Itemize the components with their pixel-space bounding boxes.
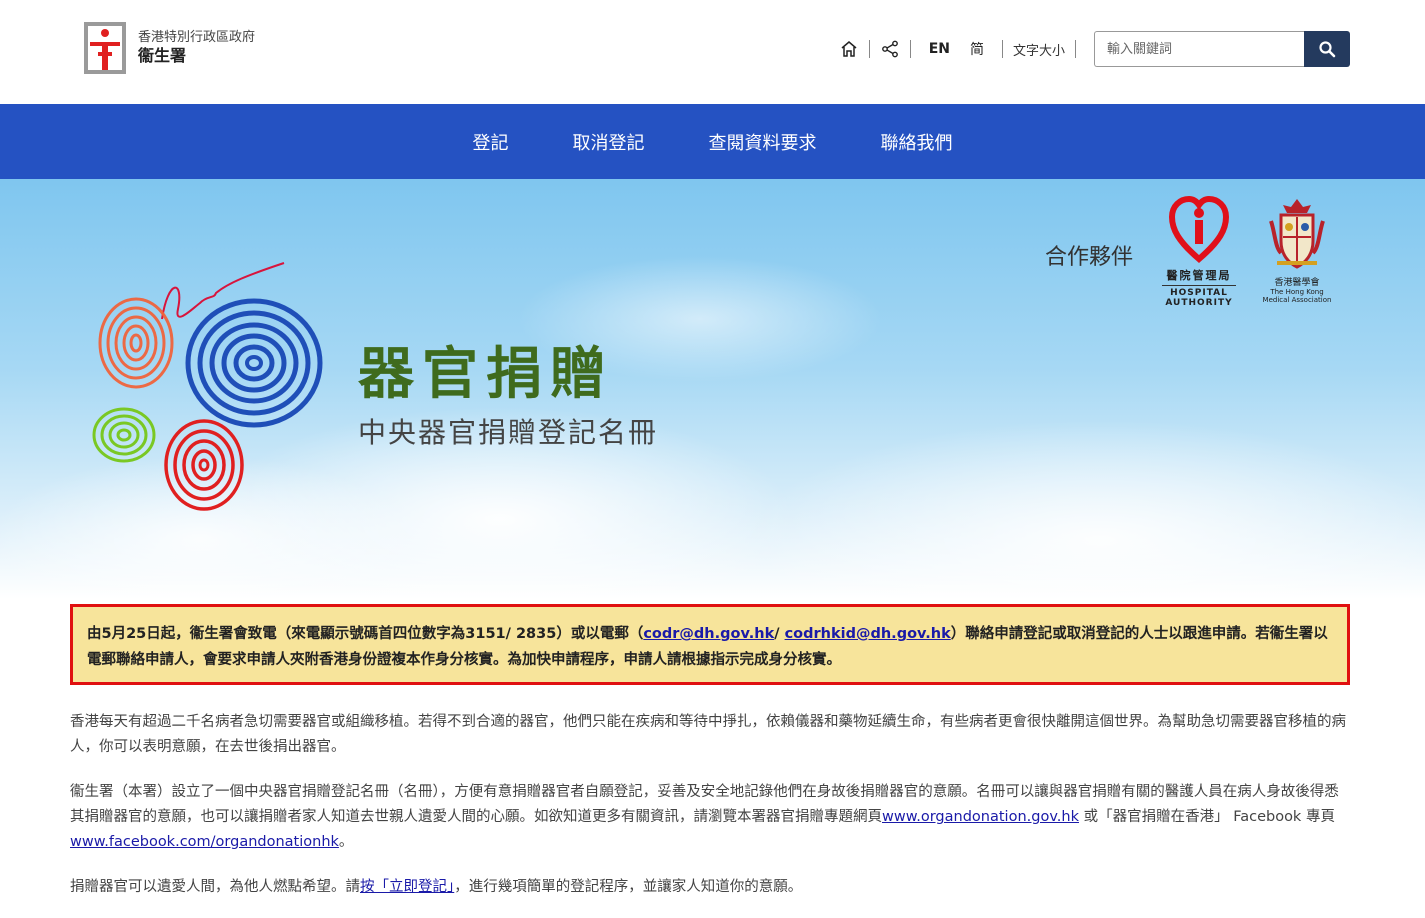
logo-line2: 衞生署 bbox=[138, 46, 187, 66]
email-link-codrhkid[interactable]: codrhkid@dh.gov.hk bbox=[785, 626, 951, 642]
hospital-authority-logo[interactable]: 醫院管理局 HOSPITAL AUTHORITY bbox=[1158, 195, 1240, 309]
divider bbox=[909, 40, 911, 58]
notice-box: 由5月25日起，衞生署會致電（來電顯示號碼首四位數字為3151/ 2835）或以… bbox=[70, 604, 1350, 685]
nav-cancel-registration[interactable]: 取消登記 bbox=[573, 129, 645, 155]
fingerprint-butterfly-logo bbox=[88, 259, 338, 533]
page-subtitle: 中央器官捐贈登記名冊 bbox=[358, 416, 659, 449]
lang-sc-link[interactable]: 简 bbox=[970, 39, 984, 59]
blue-fingerprint-wing bbox=[185, 298, 323, 428]
ha-name-en1: HOSPITAL bbox=[1170, 288, 1228, 298]
registry-paragraph: 衞生署（本署）設立了一個中央器官捐贈登記名冊（名冊），方便有意捐贈器官者自願登記… bbox=[70, 780, 1352, 855]
divider bbox=[868, 40, 870, 58]
hkma-name-en1: The Hong Kong bbox=[1270, 288, 1324, 296]
page-title: 器官捐贈 bbox=[358, 341, 614, 407]
registry-text-c: 。 bbox=[338, 834, 354, 850]
notice-text-1: 由5月25日起，衞生署會致電（來電顯示號碼首四位數字為3151/ 2835）或以… bbox=[87, 626, 644, 642]
red-fingerprint-wing bbox=[164, 419, 244, 511]
lang-en-link[interactable]: EN bbox=[929, 41, 950, 57]
hkma-name-en2: Medical Association bbox=[1262, 296, 1332, 305]
ha-name-cn: 醫院管理局 bbox=[1166, 269, 1232, 282]
orange-fingerprint-wing bbox=[98, 297, 174, 389]
hkma-crest-icon bbox=[1269, 199, 1325, 269]
register-now-paragraph: 捐贈器官可以遺愛人間，為他人燃點希望。請按「立即登記」，進行幾項簡單的登記程序，… bbox=[70, 875, 1352, 900]
share-icon[interactable] bbox=[880, 39, 900, 59]
hero-banner: 合作夥伴 醫院管理局 HOSPITAL AUTHORITY 香港醫學會 The … bbox=[0, 179, 1425, 599]
logo-line1: 香港特別行政區政府 bbox=[138, 29, 256, 45]
hkma-logo[interactable]: 香港醫學會 The Hong Kong Medical Association bbox=[1256, 197, 1338, 305]
registry-text-b: 或「器官捐贈在香港」 Facebook 專頁 bbox=[1078, 809, 1335, 825]
register-now-link[interactable]: 按「立即登記」 bbox=[360, 879, 454, 895]
hospital-authority-emblem-icon bbox=[1168, 195, 1230, 263]
divider bbox=[1001, 40, 1003, 58]
site-header: 香港特別行政區政府 衞生署 EN 简 文字大小 bbox=[0, 0, 1425, 104]
notice-separator: / bbox=[774, 626, 785, 642]
main-content: 香港每天有超過二千名病者急切需要器官或組織移植。若得不到合適的器官，他們只能在疾… bbox=[70, 710, 1352, 918]
main-nav: 登記 取消登記 查閱資料要求 聯絡我們 bbox=[0, 104, 1425, 179]
register-text-b: ，進行幾項簡單的登記程序，並讓家人知道你的意願。 bbox=[454, 879, 803, 895]
nav-register[interactable]: 登記 bbox=[473, 129, 509, 155]
search-input[interactable] bbox=[1094, 31, 1304, 67]
intro-paragraph: 香港每天有超過二千名病者急切需要器官或組織移植。若得不到合適的器官，他們只能在疾… bbox=[70, 714, 1346, 755]
email-link-codr[interactable]: codr@dh.gov.hk bbox=[643, 626, 774, 642]
header-tools: EN 简 文字大小 bbox=[839, 31, 1350, 67]
green-fingerprint-wing bbox=[92, 407, 156, 463]
font-size-toggle[interactable]: 文字大小 bbox=[1013, 40, 1065, 59]
search-icon bbox=[1319, 41, 1336, 58]
hkma-name-cn: 香港醫學會 bbox=[1274, 278, 1320, 288]
dh-logo[interactable]: 香港特別行政區政府 衞生署 bbox=[84, 22, 255, 74]
home-icon[interactable] bbox=[839, 39, 859, 59]
ha-name-en2: AUTHORITY bbox=[1165, 298, 1233, 309]
dh-logo-mark-icon bbox=[84, 22, 126, 74]
organdonation-site-link[interactable]: www.organdonation.gov.hk bbox=[882, 809, 1079, 825]
divider bbox=[1075, 40, 1076, 58]
search-box bbox=[1094, 31, 1350, 67]
register-text-a: 捐贈器官可以遺愛人間，為他人燃點希望。請 bbox=[70, 879, 360, 895]
partners-label: 合作夥伴 bbox=[1045, 245, 1134, 270]
nav-data-access-request[interactable]: 查閱資料要求 bbox=[709, 129, 817, 155]
nav-contact-us[interactable]: 聯絡我們 bbox=[881, 129, 953, 155]
search-button[interactable] bbox=[1304, 31, 1350, 67]
facebook-page-link[interactable]: www.facebook.com/organdonationhk bbox=[70, 834, 339, 850]
